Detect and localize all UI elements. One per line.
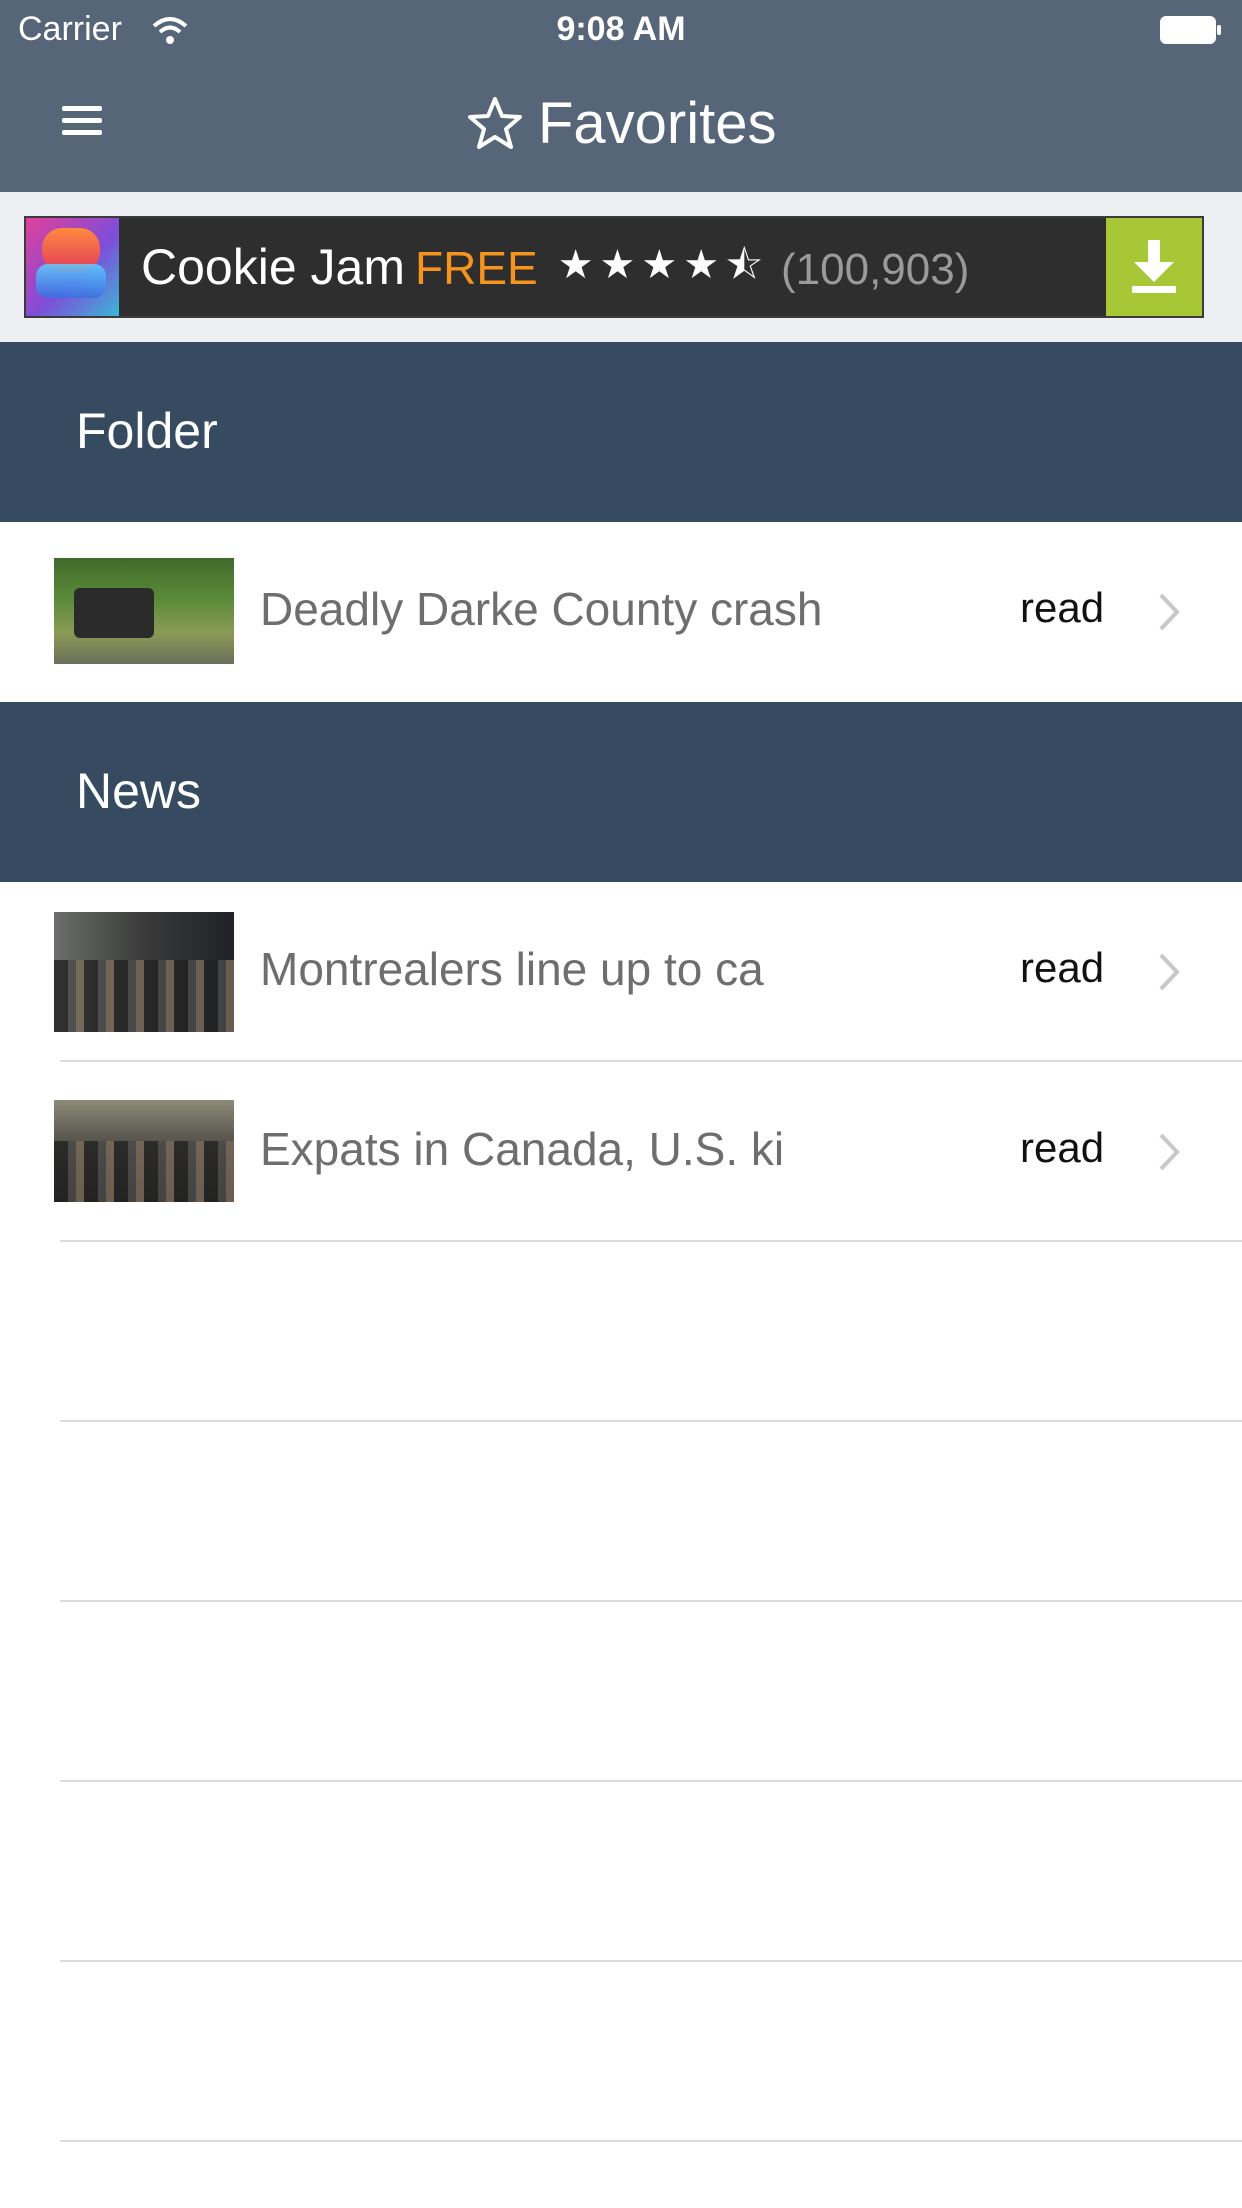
item-title: Deadly Darke County crash (260, 583, 823, 635)
item-title: Montrealers line up to ca (260, 943, 764, 995)
list-item[interactable]: Expats in Canada, U.S. ki read (0, 1062, 1242, 1242)
clock: 9:08 AM (556, 10, 686, 48)
rating-stars-icon: ★★★★⯪ (557, 243, 770, 287)
section-header-news: News (0, 702, 1242, 882)
section-title: Folder (76, 403, 218, 459)
ad-area: Cookie Jam FREE ★★★★⯪ (100,903) (0, 192, 1242, 342)
download-icon (1132, 240, 1176, 293)
battery-icon (1160, 16, 1221, 44)
top-bar: Carrier 9:08 AM Favorites (0, 0, 1242, 192)
review-count: (100,903) (781, 245, 970, 294)
row-separator (60, 1420, 1242, 1422)
read-label: read (1020, 1124, 1105, 1171)
download-button[interactable] (1106, 218, 1202, 316)
chevron-right-icon (1159, 593, 1180, 631)
row-separator (60, 1960, 1242, 1962)
ad-text: Cookie Jam FREE ★★★★⯪ (100,903) (141, 238, 969, 310)
chevron-right-icon (1159, 953, 1180, 991)
ad-price: FREE (415, 242, 538, 294)
ad-banner[interactable]: Cookie Jam FREE ★★★★⯪ (100,903) (24, 216, 1204, 318)
read-label: read (1020, 584, 1105, 631)
app-icon (26, 218, 119, 316)
page-title: Favorites (537, 91, 777, 156)
row-separator (60, 1240, 1242, 1242)
read-label: read (1020, 944, 1105, 991)
ad-app-name: Cookie Jam (141, 239, 405, 295)
thumbnail-image (54, 1100, 234, 1202)
list-item[interactable]: Deadly Darke County crash read (0, 522, 1242, 702)
row-separator (60, 1600, 1242, 1602)
list-item[interactable]: Montrealers line up to ca read (0, 882, 1242, 1062)
row-separator (60, 1780, 1242, 1782)
section-header-folder: Folder (0, 342, 1242, 522)
item-title: Expats in Canada, U.S. ki (260, 1123, 785, 1175)
row-separator (60, 2140, 1242, 2142)
thumbnail-image (54, 912, 234, 1032)
page-title-group: Favorites (0, 90, 1242, 157)
chevron-right-icon (1159, 1133, 1180, 1171)
status-bar: Carrier 9:08 AM (0, 0, 1242, 62)
section-title: News (76, 763, 202, 819)
star-outline-icon (467, 96, 522, 149)
navigation-bar: Favorites (0, 62, 1242, 192)
thumbnail-image (54, 558, 234, 664)
